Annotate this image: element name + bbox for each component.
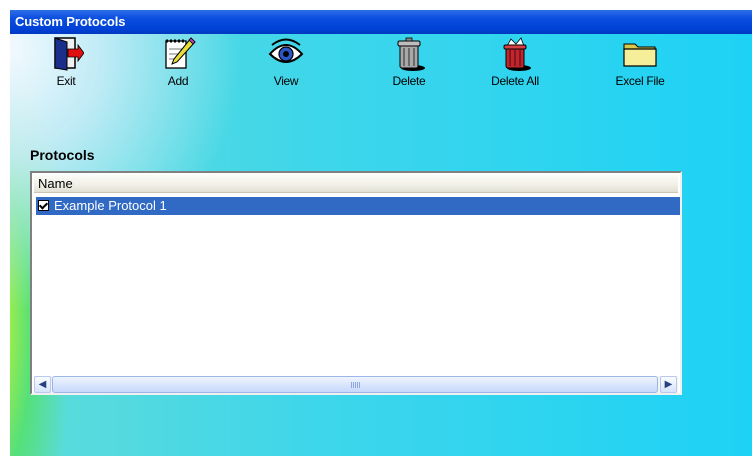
scroll-left-icon[interactable]: ◀ [34, 376, 51, 393]
delete-all-button[interactable]: Delete All [480, 36, 550, 92]
add-button[interactable]: Add [143, 36, 213, 92]
scroll-right-icon[interactable]: ▶ [660, 376, 677, 393]
delete-label: Delete [392, 74, 426, 88]
add-label: Add [167, 74, 189, 88]
folder-icon [623, 43, 657, 67]
window-title: Custom Protocols [15, 14, 126, 29]
trash-full-icon [503, 37, 531, 71]
title-bar[interactable]: Custom Protocols [10, 10, 752, 34]
custom-protocols-window: Custom Protocols Exit Add View Delete De… [10, 10, 752, 456]
protocol-name: Example Protocol 1 [54, 198, 167, 213]
column-header-label: Name [38, 176, 73, 191]
exit-door-icon [54, 37, 84, 71]
scrollbar-thumb[interactable] [52, 376, 658, 393]
delete-button[interactable]: Delete [374, 36, 444, 92]
grip-icon [351, 382, 360, 388]
exit-button[interactable]: Exit [31, 36, 101, 92]
protocols-list[interactable]: Name Example Protocol 1 ◀ ▶ [30, 171, 682, 395]
view-label: View [273, 74, 299, 88]
eye-icon [268, 38, 304, 63]
trash-can-icon [397, 37, 425, 71]
notepad-pencil-icon [165, 37, 196, 69]
protocols-label: Protocols [30, 147, 95, 163]
row-checkbox[interactable] [38, 200, 49, 211]
list-item[interactable]: Example Protocol 1 [36, 197, 680, 215]
delete-all-label: Delete All [491, 74, 539, 88]
column-header-name[interactable]: Name [34, 175, 678, 193]
horizontal-scrollbar[interactable]: ◀ ▶ [34, 376, 678, 393]
exit-label: Exit [56, 74, 76, 88]
view-button[interactable]: View [251, 36, 321, 92]
excel-file-button[interactable]: Excel File [605, 36, 675, 92]
excel-file-label: Excel File [615, 74, 665, 88]
